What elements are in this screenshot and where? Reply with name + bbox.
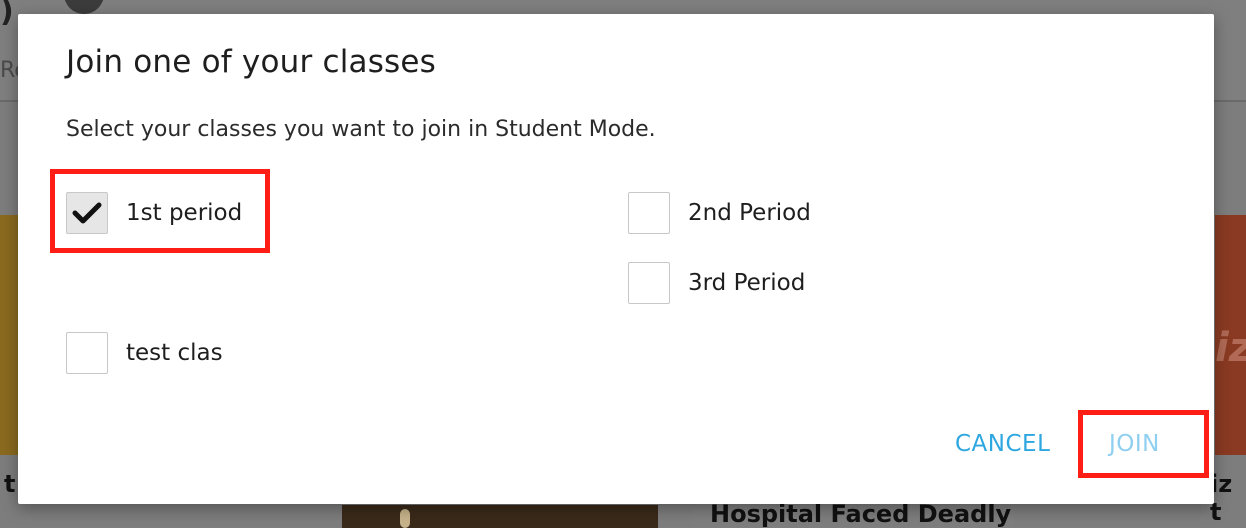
- background-card-right-text: iz t: [1210, 470, 1233, 526]
- background-header-glyph: ): [0, 0, 14, 29]
- candle-flame-image: [400, 509, 410, 528]
- background-headline-text: Hospital Faced Deadly: [710, 500, 1012, 528]
- class-option-label: 3rd Period: [688, 270, 806, 296]
- background-user-icon: [64, 0, 104, 14]
- join-classes-dialog: Join one of your classes Select your cla…: [18, 14, 1214, 504]
- background-card-left-text: t: [4, 470, 16, 498]
- class-option-label: test clas: [126, 340, 223, 366]
- class-option-test-clas[interactable]: test clas: [66, 331, 223, 375]
- class-option-label: 2nd Period: [688, 200, 811, 226]
- class-option-3rd-period[interactable]: 3rd Period: [628, 261, 805, 305]
- background-card-right: iz: [1215, 215, 1246, 455]
- class-option-2nd-period[interactable]: 2nd Period: [628, 191, 811, 235]
- class-checkbox[interactable]: [628, 192, 670, 234]
- class-option-label: 1st period: [126, 200, 243, 226]
- dialog-title: Join one of your classes: [66, 44, 437, 80]
- class-checkbox[interactable]: [628, 262, 670, 304]
- background-headline: Hospital Faced Deadly: [692, 500, 1014, 528]
- dialog-subtitle: Select your classes you want to join in …: [66, 117, 656, 142]
- background-card-left: [0, 215, 20, 455]
- class-checkbox[interactable]: [66, 332, 108, 374]
- cancel-button[interactable]: CANCEL: [955, 431, 1050, 457]
- join-button[interactable]: JOIN: [1109, 431, 1160, 457]
- background-card-watermark: iz: [1215, 325, 1246, 371]
- background-photo: [342, 505, 658, 528]
- checkmark-icon: [72, 202, 102, 224]
- class-option-1st-period[interactable]: 1st period: [66, 191, 242, 235]
- class-checkbox[interactable]: [66, 192, 108, 234]
